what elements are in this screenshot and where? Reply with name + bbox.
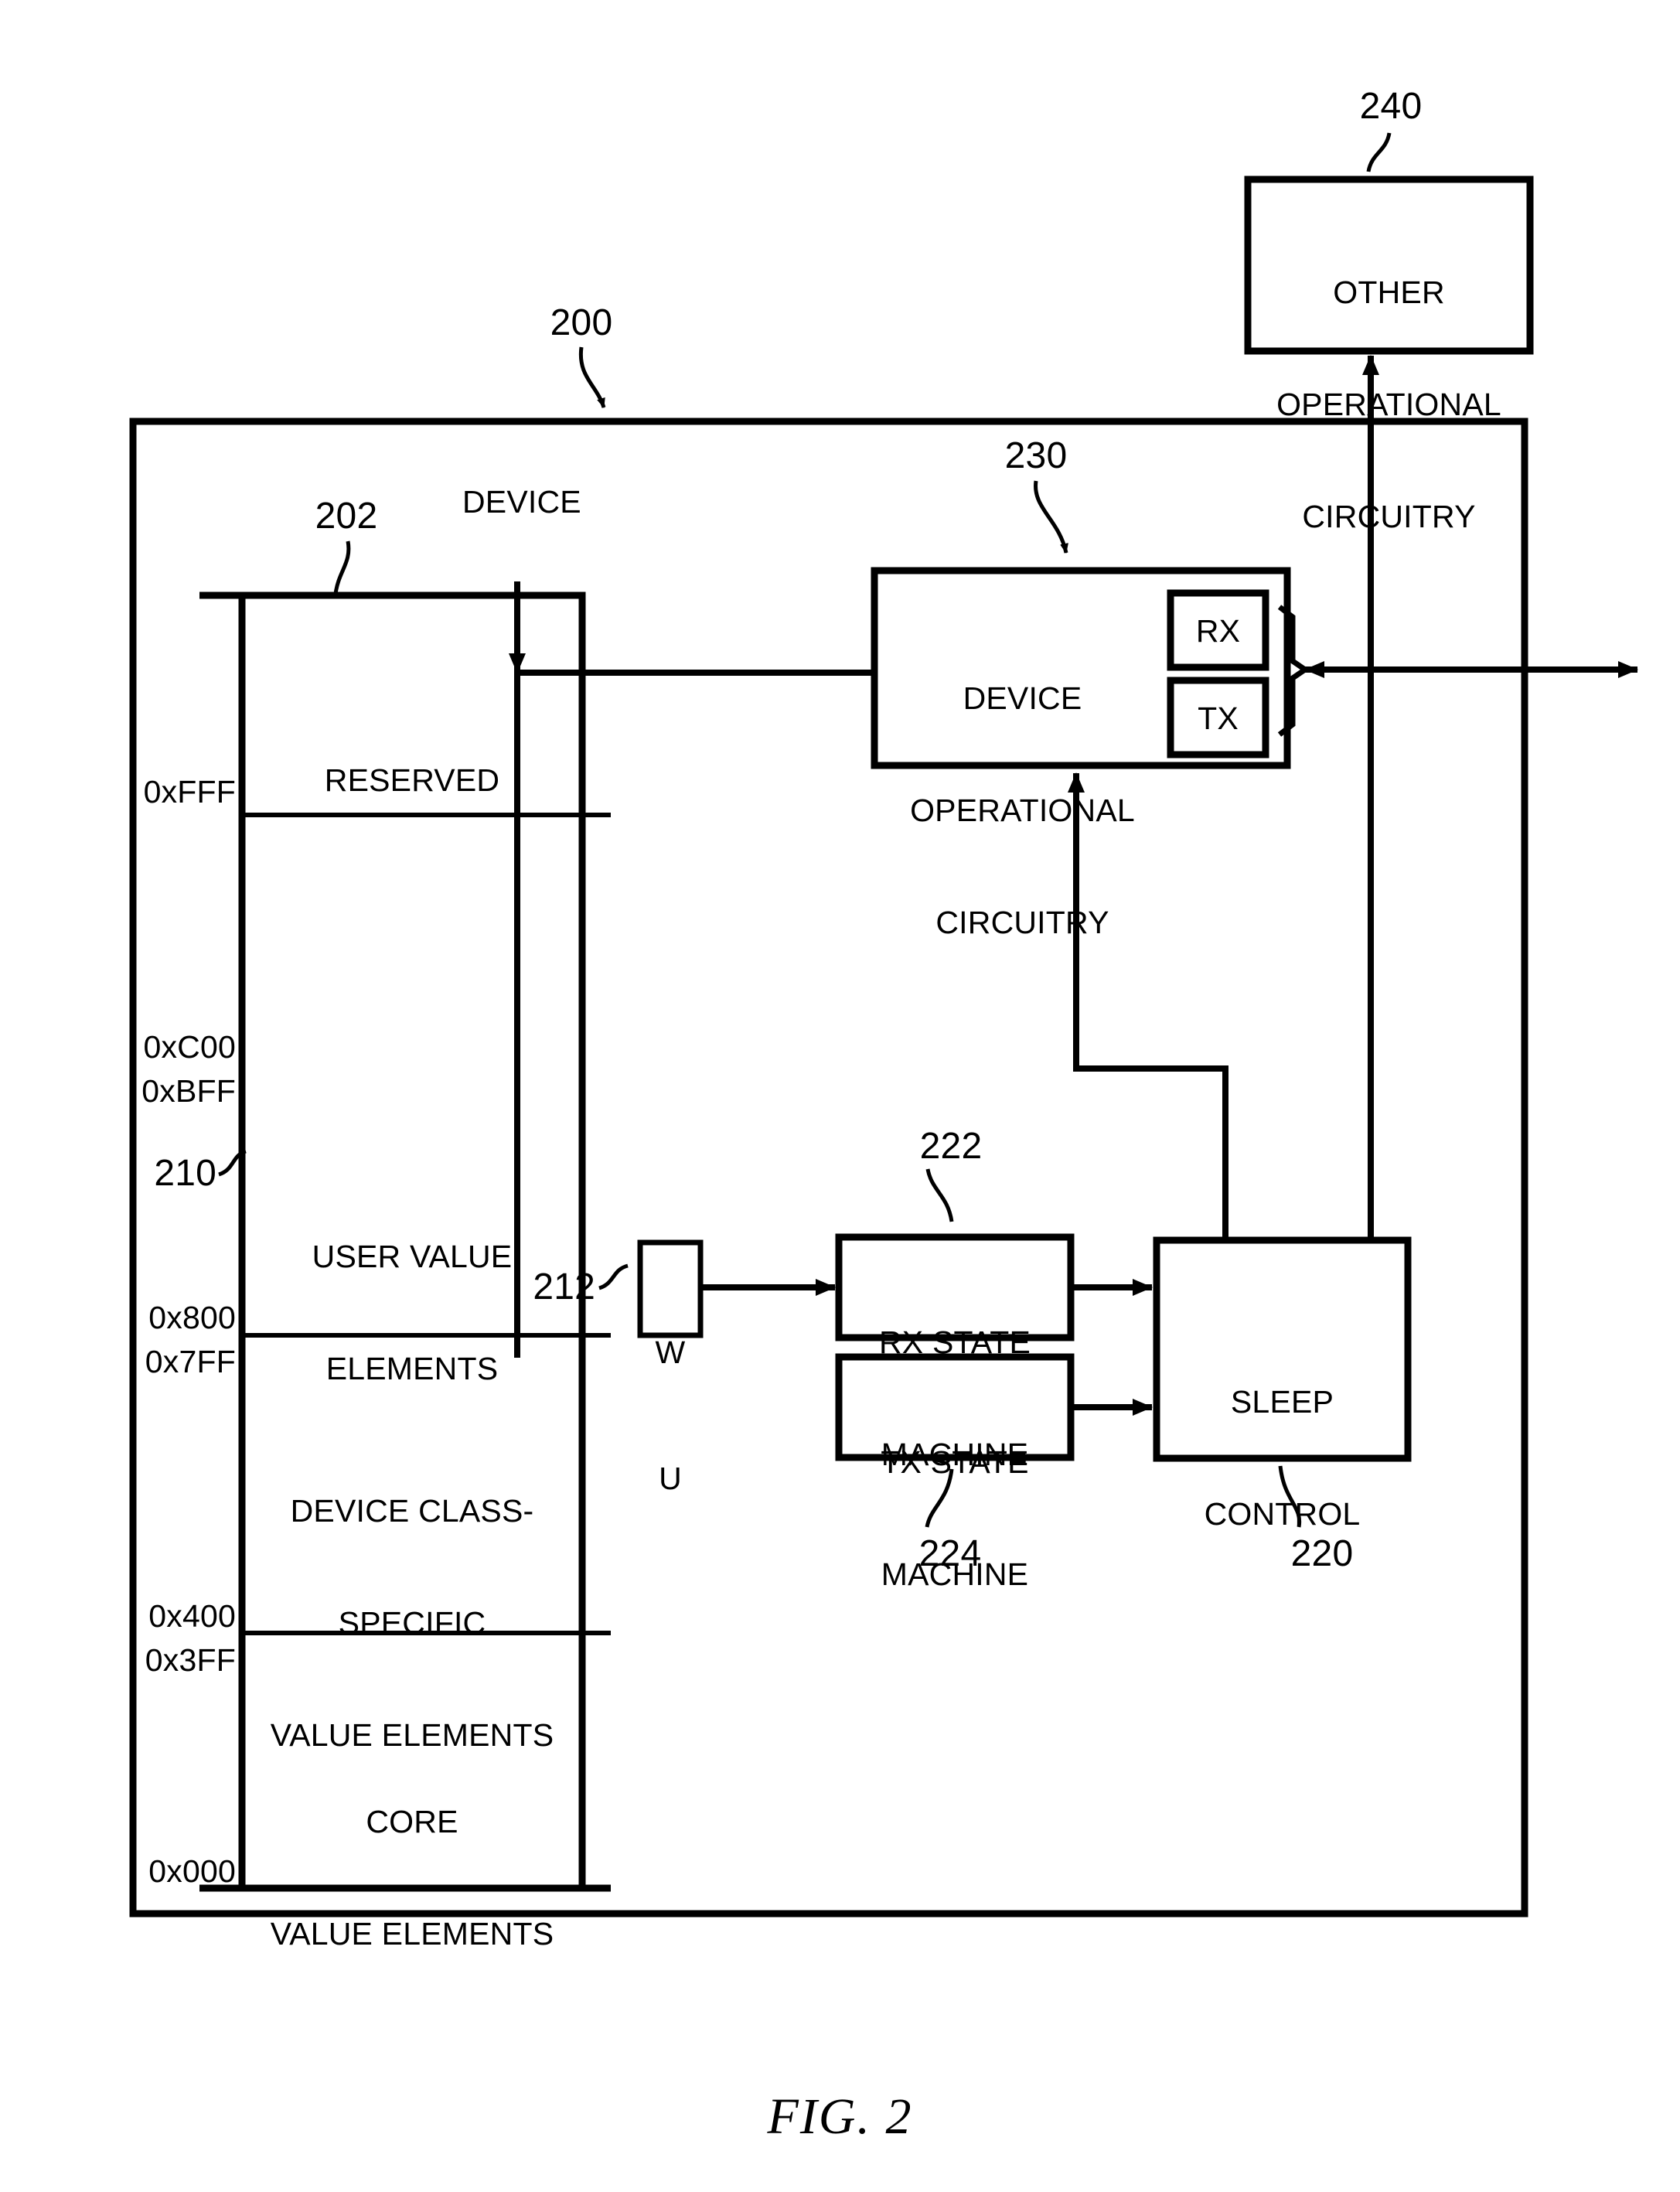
memory-region-core-value-elements: CORE VALUE ELEMENTS	[242, 1728, 582, 2027]
tx-port-label: TX	[1198, 701, 1239, 736]
leader-202	[333, 540, 351, 595]
address-0x400: 0x400	[148, 1598, 236, 1634]
patent-figure-2: 240 230 200 202 210 212 222 224 220 DEVI…	[0, 0, 1680, 2192]
figure-caption: FIG. 2	[767, 2088, 913, 2145]
leader-212	[598, 1263, 629, 1290]
memory-region-uve-line-2: ELEMENTS	[325, 1350, 499, 1386]
address-0x000: 0x000	[148, 1853, 236, 1889]
tx-sm-line-1: TX STATE	[881, 1444, 1029, 1480]
ref-222: 222	[919, 1126, 983, 1167]
ooc-line-3: CIRCUITRY	[1302, 499, 1476, 534]
doc-line-1: DEVICE	[963, 680, 1082, 716]
wake-unit-label: W U	[640, 1248, 700, 1583]
sleep-control-line-2: CONTROL	[1204, 1495, 1361, 1532]
memory-region-uve-line-1: USER VALUE	[312, 1238, 513, 1274]
leader-222	[925, 1168, 954, 1222]
rx-sm-line-1: RX STATE	[879, 1324, 1031, 1360]
leader-200	[578, 346, 606, 408]
address-0xBFF: 0xBFF	[141, 1073, 236, 1109]
tx-state-machine-label: TX STATE MACHINE	[839, 1369, 1071, 1668]
doc-line-2: OPERATIONAL	[910, 792, 1135, 828]
memory-region-dcs-line-2: SPECIFIC	[338, 1604, 486, 1641]
leader-230	[1034, 480, 1068, 554]
memory-region-reserved: RESERVED	[242, 687, 582, 874]
ooc-line-1: OTHER	[1333, 274, 1445, 310]
memory-region-reserved-line-1: RESERVED	[324, 762, 500, 798]
ref-202: 202	[315, 496, 378, 537]
rx-port-label: RX	[1195, 613, 1241, 649]
memory-region-cve-line-2: VALUE ELEMENTS	[270, 1915, 554, 1952]
device-operational-circuitry-label: DEVICE OPERATIONAL CIRCUITRY	[874, 605, 1171, 1016]
leader-240	[1366, 132, 1392, 172]
address-0xFFF: 0xFFF	[143, 774, 236, 810]
doc-line-3: CIRCUITRY	[935, 905, 1109, 940]
ref-240: 240	[1359, 86, 1423, 127]
ooc-line-2: OPERATIONAL	[1276, 386, 1501, 422]
other-operational-circuitry-label: OTHER OPERATIONAL CIRCUITRY	[1248, 199, 1530, 610]
device-label: DEVICE	[462, 484, 581, 520]
sleep-control-label: SLEEP CONTROL	[1157, 1308, 1408, 1607]
address-0x800: 0x800	[148, 1300, 236, 1335]
address-0xC00: 0xC00	[143, 1029, 236, 1065]
ref-230: 230	[1004, 435, 1068, 476]
address-0x7FF: 0x7FF	[145, 1344, 236, 1379]
tx-sm-line-2: MACHINE	[881, 1556, 1029, 1592]
wake-unit-line-2: U	[659, 1460, 682, 1496]
address-0x3FF: 0x3FF	[145, 1642, 236, 1678]
sleep-control-line-1: SLEEP	[1230, 1383, 1334, 1420]
ref-210: 210	[154, 1153, 216, 1194]
wake-unit-line-1: W	[655, 1335, 686, 1371]
memory-region-dcs-line-1: DEVICE CLASS-	[290, 1492, 534, 1529]
memory-region-cve-line-1: CORE	[366, 1803, 458, 1839]
ref-200: 200	[550, 302, 613, 343]
